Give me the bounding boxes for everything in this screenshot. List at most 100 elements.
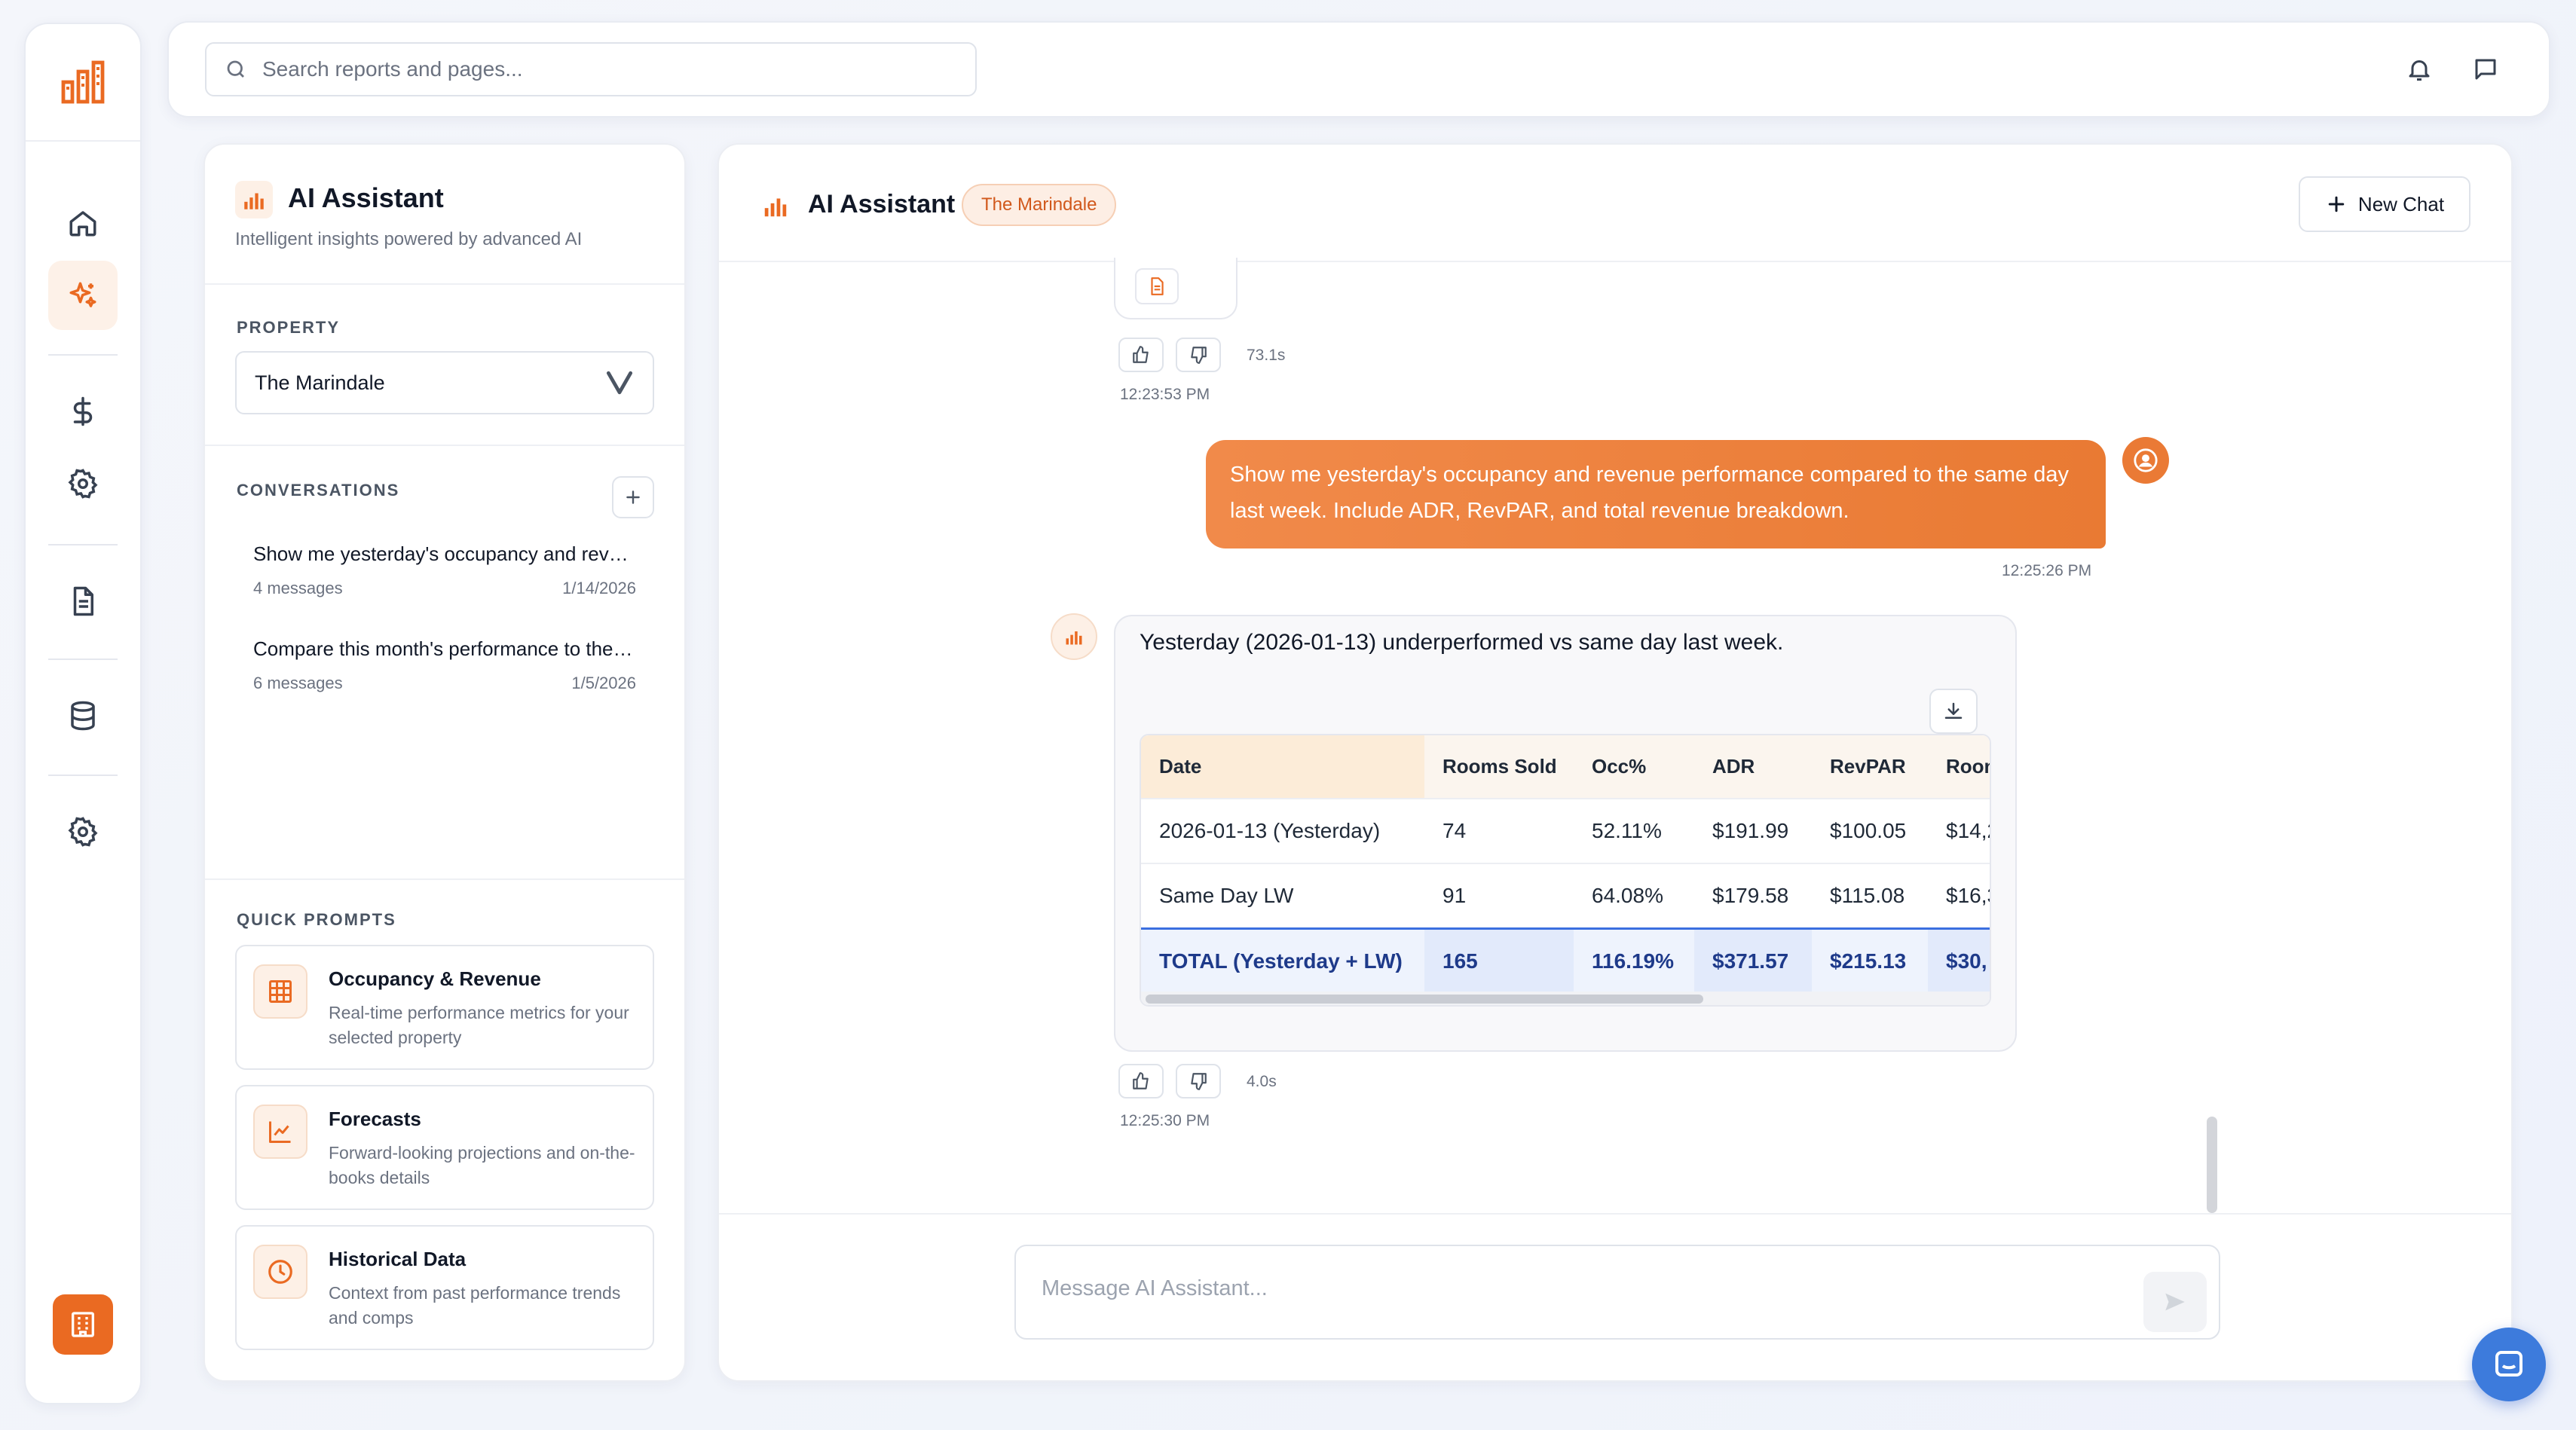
assistant-logo (235, 181, 273, 218)
property-badge: The Marindale (962, 184, 1117, 226)
nav-revenue[interactable] (48, 377, 118, 446)
property-switch-button[interactable] (53, 1294, 113, 1355)
response-duration: 73.1s (1247, 347, 1286, 364)
quick-prompt-title: Forecasts (329, 1108, 421, 1130)
send-icon (2165, 1293, 2185, 1311)
quick-prompts-label: QUICK PROMPTS (237, 910, 396, 929)
nav-data[interactable] (48, 681, 118, 750)
nav-separator (48, 354, 118, 356)
chat-title: AI Assistant (808, 190, 956, 218)
plus-icon (626, 490, 640, 504)
property-select[interactable]: The Marindale (235, 351, 654, 414)
message-time: 12:25:30 PM (1120, 1112, 1210, 1129)
thumbs-up-button[interactable] (1118, 338, 1164, 372)
table-header[interactable]: Rooms Sold (1424, 735, 1574, 799)
help-chat-button[interactable] (2472, 1328, 2546, 1401)
attachment-button[interactable] (1135, 268, 1179, 304)
property-label: PROPERTY (237, 318, 341, 337)
bar-chart-icon (244, 193, 264, 209)
nav-ai-assistant[interactable] (48, 261, 118, 330)
chevron-down-icon (606, 371, 633, 395)
table-header[interactable]: Date (1141, 735, 1424, 799)
notifications-button[interactable] (2401, 51, 2437, 87)
new-chat-button[interactable]: New Chat (2299, 176, 2470, 232)
table-cell: TOTAL (Yesterday + LW) (1141, 927, 1424, 993)
scrollbar-thumb[interactable] (1146, 995, 1703, 1004)
table-header[interactable]: Occ% (1574, 735, 1694, 799)
database-icon (71, 701, 95, 731)
search-box[interactable] (205, 42, 977, 96)
quick-prompt-icon (253, 1105, 307, 1159)
table-cell: 64.08% (1574, 863, 1694, 928)
nav-separator (48, 775, 118, 776)
results-table-grid: Date Rooms Sold Occ% ADR RevPAR Roon 202… (1141, 735, 1990, 993)
message-composer[interactable] (1014, 1245, 2220, 1340)
logo-bars-icon (61, 60, 105, 104)
quick-prompt-title: Occupancy & Revenue (329, 967, 541, 990)
quick-prompt-occupancy[interactable]: Occupancy & Revenue Real-time performanc… (235, 945, 654, 1070)
add-conversation-button[interactable] (612, 476, 654, 518)
assistant-sidebar: AI Assistant Intelligent insights powere… (203, 143, 686, 1382)
document-icon (1151, 277, 1164, 295)
chat-vertical-scrollbar[interactable] (2207, 1117, 2217, 1213)
table-cell: $100.05 (1812, 798, 1928, 863)
nav-settings[interactable] (48, 797, 118, 866)
clock-icon (268, 1260, 292, 1284)
quick-prompt-title: Historical Data (329, 1248, 467, 1270)
quick-prompt-icon (253, 964, 307, 1019)
table-header[interactable]: ADR (1694, 735, 1812, 799)
quick-prompt-desc: Context from past performance trends and… (329, 1283, 621, 1328)
message-input[interactable] (1042, 1276, 2097, 1301)
table-header-row: Date Rooms Sold Occ% ADR RevPAR Roon (1141, 735, 1990, 799)
line-chart-icon (269, 1121, 291, 1143)
conversations-label: CONVERSATIONS (237, 481, 400, 500)
property-select-value: The Marindale (255, 371, 385, 394)
section-divider (205, 878, 684, 880)
previous-ai-message (1114, 258, 1238, 319)
gear-icon (68, 469, 98, 499)
table-total-row: TOTAL (Yesterday + LW) 165 116.19% $371.… (1141, 927, 1990, 993)
conversation-title: Show me yesterday's occupancy and revenu… (253, 542, 636, 565)
quick-prompt-desc: Real-time performance metrics for your s… (329, 1003, 629, 1047)
gear-icon (68, 817, 98, 847)
quick-prompt-desc: Forward-looking projections and on-the-b… (329, 1143, 635, 1187)
user-message: Show me yesterday's occupancy and revenu… (1206, 440, 2106, 548)
nav-separator (48, 544, 118, 545)
bell-icon (2409, 60, 2430, 81)
download-table-button[interactable] (1929, 689, 1978, 734)
assistant-message-text: Yesterday (2026-01-13) underperformed vs… (1140, 630, 1784, 655)
thumbs-down-button[interactable] (1176, 338, 1221, 372)
message-time: 12:25:26 PM (2002, 562, 2092, 579)
thumbs-down-button[interactable] (1176, 1064, 1221, 1098)
chat-bubble-icon (2495, 1351, 2522, 1377)
table-cell: 91 (1424, 863, 1574, 928)
bar-chart-icon (764, 198, 787, 217)
quick-prompt-forecasts[interactable]: Forecasts Forward-looking projections an… (235, 1085, 654, 1210)
table-row: Same Day LW 91 64.08% $179.58 $115.08 $1… (1141, 863, 1990, 928)
table-header[interactable]: Roon (1928, 735, 1990, 799)
table-cell: 116.19% (1574, 927, 1694, 993)
app-logo[interactable] (26, 24, 140, 142)
nav-home[interactable] (48, 188, 118, 258)
messages-button[interactable] (2467, 51, 2504, 87)
conversation-count: 4 messages (253, 579, 343, 597)
table-cell: $179.58 (1694, 863, 1812, 928)
table-header[interactable]: RevPAR (1812, 735, 1928, 799)
search-input[interactable] (262, 57, 941, 81)
send-button[interactable] (2143, 1272, 2207, 1332)
table-cell: $14,2 (1928, 798, 1990, 863)
table-cell: $115.08 (1812, 863, 1928, 928)
quick-prompt-historical[interactable]: Historical Data Context from past perfor… (235, 1225, 654, 1350)
table-horizontal-scrollbar[interactable] (1141, 992, 1990, 1005)
conversation-item[interactable]: Show me yesterday's occupancy and revenu… (235, 527, 654, 610)
top-bar (167, 21, 2550, 118)
conversation-date: 1/5/2026 (571, 674, 636, 692)
thumbs-up-button[interactable] (1118, 1064, 1164, 1098)
nav-reports[interactable] (48, 567, 118, 636)
document-icon (73, 586, 93, 616)
search-icon (227, 60, 244, 78)
nav-settings-revenue[interactable] (48, 449, 118, 518)
conversation-count: 6 messages (253, 674, 343, 692)
response-duration: 4.0s (1247, 1073, 1277, 1090)
conversation-item[interactable]: Compare this month's performance to the … (235, 622, 654, 705)
